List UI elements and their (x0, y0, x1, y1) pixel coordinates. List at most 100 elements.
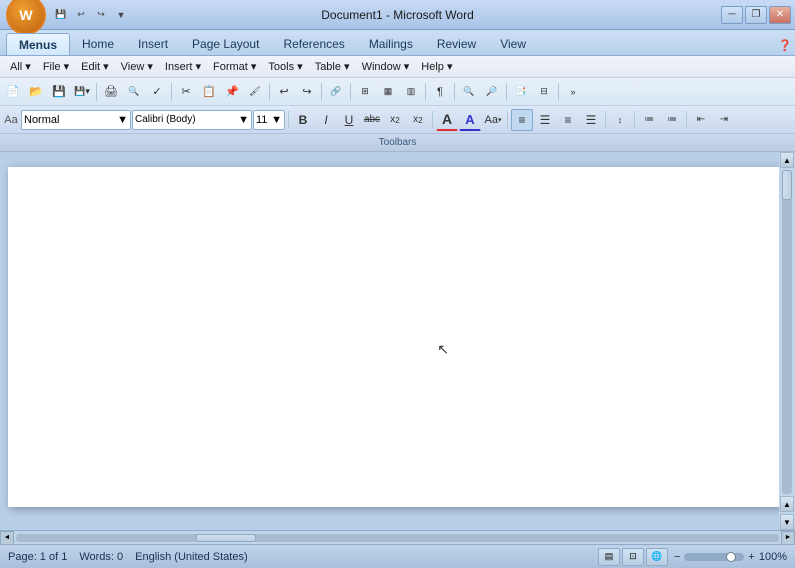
font-color-big-a[interactable]: A (436, 109, 458, 131)
strikethrough-button[interactable]: abc (361, 109, 383, 131)
new-btn[interactable]: 📄 (2, 81, 24, 103)
restore-button[interactable]: ❐ (745, 6, 767, 24)
paste-btn[interactable]: 📌 (221, 81, 243, 103)
copy-btn[interactable]: 📋 (198, 81, 220, 103)
save-as-btn[interactable]: 💾▾ (71, 81, 93, 103)
menu-view[interactable]: View ▾ (115, 58, 159, 75)
italic-button[interactable]: I (315, 109, 337, 131)
menu-table[interactable]: Table ▾ (309, 58, 356, 75)
tab-review[interactable]: Review (425, 33, 488, 55)
style-dropdown-arrow: ▼ (117, 114, 128, 126)
hscroll-right-button[interactable]: ► (781, 531, 795, 545)
sep7 (454, 83, 455, 101)
bold-button[interactable]: B (292, 109, 314, 131)
quick-access-dropdown[interactable]: ▼ (112, 7, 130, 23)
menu-all[interactable]: All ▾ (4, 58, 37, 75)
char-style-btn[interactable]: Aa▾ (482, 109, 504, 131)
minimize-button[interactable]: ─ (721, 6, 743, 24)
web-layout-view-btn[interactable]: 🌐 (646, 548, 668, 566)
tab-insert[interactable]: Insert (126, 33, 180, 55)
indent-decrease-button[interactable]: ⇤ (690, 109, 712, 131)
size-dropdown-arrow: ▼ (271, 114, 282, 126)
hscroll-thumb[interactable] (196, 534, 256, 542)
style-value: Normal (24, 114, 59, 126)
subscript-button[interactable]: x2 (384, 109, 406, 131)
menu-insert[interactable]: Insert ▾ (159, 58, 207, 75)
close-button[interactable]: ✕ (769, 6, 791, 24)
find-btn[interactable]: 🔎 (481, 81, 503, 103)
tab-references[interactable]: References (271, 33, 356, 55)
sep-fmt5 (634, 111, 635, 129)
zoom-plus-btn[interactable]: + (748, 551, 754, 563)
scroll-down-button[interactable]: ▼ (780, 514, 794, 530)
align-center-button[interactable]: ☰ (534, 109, 556, 131)
redo-btn[interactable]: ↪ (296, 81, 318, 103)
vertical-scrollbar[interactable]: ▲ ▲ ▼ (779, 152, 795, 530)
hscroll-left-button[interactable]: ◄ (0, 531, 14, 545)
menu-help[interactable]: Help ▾ (415, 58, 458, 75)
format-painter-btn[interactable]: 🖌 (244, 81, 266, 103)
office-button[interactable]: W (6, 0, 46, 35)
bullets-button[interactable]: ≔ (638, 109, 660, 131)
menu-tools[interactable]: Tools ▾ (262, 58, 308, 75)
size-dropdown[interactable]: 11 ▼ (253, 110, 285, 130)
save-quick-btn[interactable]: 💾 (52, 7, 70, 23)
undo-btn[interactable]: ↩ (273, 81, 295, 103)
zoom-out-toolbar-btn[interactable]: 🔍 (458, 81, 480, 103)
ribbon-tabs: Menus Home Insert Page Layout References… (0, 30, 795, 56)
tab-menus[interactable]: Menus (6, 33, 70, 55)
page-status: Page: 1 of 1 (8, 551, 67, 563)
align-justify-button[interactable]: ☰ (580, 109, 602, 131)
insert-table-btn[interactable]: ▦ (377, 81, 399, 103)
tab-page-layout[interactable]: Page Layout (180, 33, 271, 55)
undo-quick-btn[interactable]: ↩ (72, 7, 90, 23)
scroll-up-button[interactable]: ▲ (780, 152, 794, 168)
help-button[interactable]: ❓ (775, 35, 795, 55)
print-preview-btn[interactable]: 🔍 (123, 81, 145, 103)
standard-toolbar: 📄 📂 💾 💾▾ 🖨 🔍 ✓ ✂ 📋 📌 🖌 ↩ ↪ 🔗 ⊞ ▦ ▥ ¶ 🔍 🔎… (0, 78, 795, 106)
scroll-up-arrow-btn[interactable]: ▲ (780, 496, 794, 512)
menu-file[interactable]: File ▾ (37, 58, 75, 75)
open-btn[interactable]: 📂 (25, 81, 47, 103)
zoom-thumb[interactable] (726, 552, 736, 562)
menu-format[interactable]: Format ▾ (207, 58, 262, 75)
line-spacing-button[interactable]: ↕ (609, 109, 631, 131)
print-layout-view-btn[interactable]: ▤ (598, 548, 620, 566)
font-color-a[interactable]: A (459, 109, 481, 131)
status-right: ▤ ⊡ 🌐 − + 100% (598, 548, 787, 566)
tab-mailings[interactable]: Mailings (357, 33, 425, 55)
show-formatting-btn[interactable]: ¶ (429, 81, 451, 103)
underline-button[interactable]: U (338, 109, 360, 131)
more-toolbar-btn[interactable]: » (562, 81, 584, 103)
full-screen-view-btn[interactable]: ⊡ (622, 548, 644, 566)
tab-view[interactable]: View (488, 33, 538, 55)
cursor: ↖ (437, 341, 449, 358)
font-value: Calibri (Body) (135, 114, 196, 125)
scroll-thumb[interactable] (782, 170, 792, 200)
indent-increase-button[interactable]: ⇥ (713, 109, 735, 131)
style-dropdown[interactable]: Normal ▼ (21, 110, 131, 130)
spell-btn[interactable]: ✓ (146, 81, 168, 103)
document-page[interactable]: ↖ (8, 167, 787, 507)
numbering-button[interactable]: ≔ (661, 109, 683, 131)
align-left-button[interactable]: ≡ (511, 109, 533, 131)
align-right-button[interactable]: ≡ (557, 109, 579, 131)
save-btn[interactable]: 💾 (48, 81, 70, 103)
menu-window[interactable]: Window ▾ (356, 58, 416, 75)
style-icon: Aa (2, 111, 20, 129)
font-dropdown[interactable]: Calibri (Body) ▼ (132, 110, 252, 130)
zoom-minus-btn[interactable]: − (674, 551, 680, 563)
sep-fmt3 (507, 111, 508, 129)
thumbnails-btn[interactable]: ⊟ (533, 81, 555, 103)
print-btn[interactable]: 🖨 (100, 81, 122, 103)
cut-btn[interactable]: ✂ (175, 81, 197, 103)
column-btn[interactable]: ▥ (400, 81, 422, 103)
superscript-button[interactable]: x2 (407, 109, 429, 131)
menu-edit[interactable]: Edit ▾ (75, 58, 115, 75)
document-map-btn[interactable]: 📑 (510, 81, 532, 103)
tab-home[interactable]: Home (70, 33, 126, 55)
hyperlink-btn[interactable]: 🔗 (325, 81, 347, 103)
table-btn[interactable]: ⊞ (354, 81, 376, 103)
redo-quick-btn[interactable]: ↪ (92, 7, 110, 23)
horizontal-scrollbar[interactable]: ◄ ► (0, 530, 795, 544)
